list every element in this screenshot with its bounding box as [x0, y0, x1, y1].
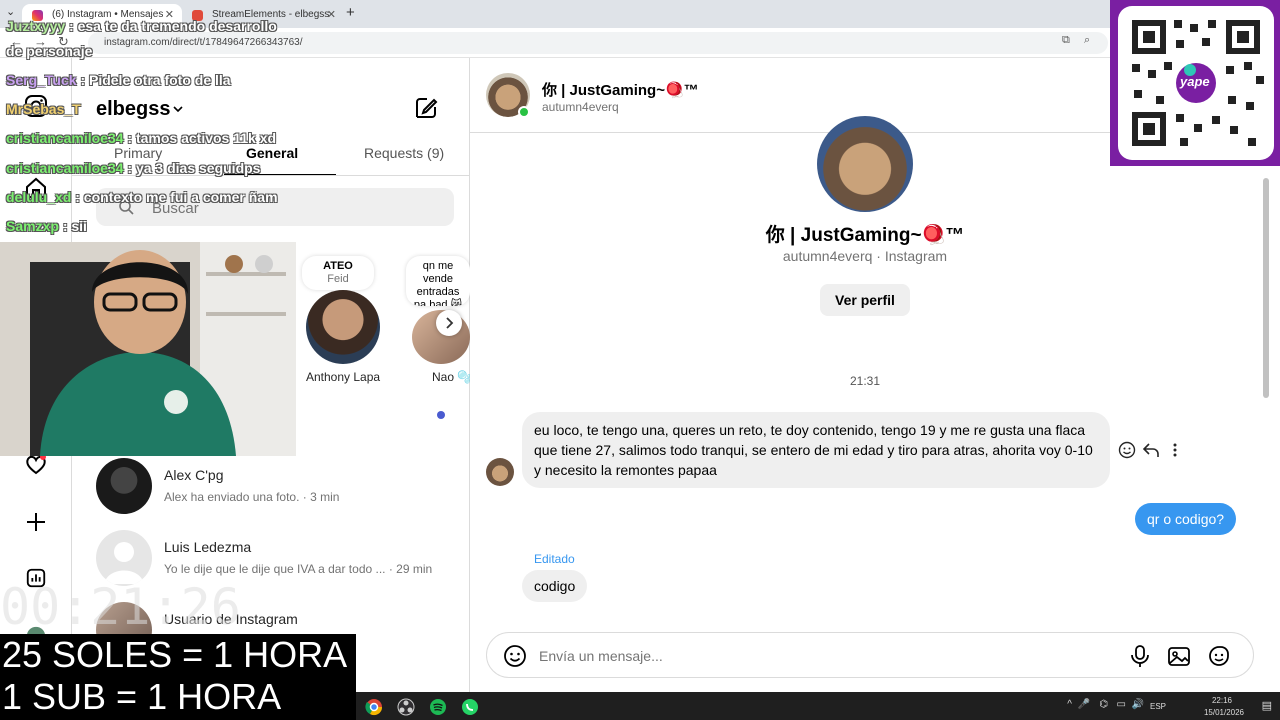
profile-name: 你 | JustGaming~🪀™: [765, 225, 965, 246]
sender-avatar: [486, 458, 514, 486]
message-input[interactable]: [537, 645, 1097, 667]
note-avatar: [306, 290, 380, 364]
conversation-preview: Yo le dije que le dije que IVA a dar tod…: [164, 562, 433, 576]
yape-logo: yape: [1180, 74, 1210, 89]
chat-message: : contexto me fui a comer ñam: [75, 189, 278, 205]
conversation-name: Alex C'pg: [164, 467, 224, 483]
sticker-icon[interactable]: [1207, 644, 1231, 673]
account-switcher[interactable]: elbegss: [96, 98, 170, 121]
notifications-icon[interactable]: ▤: [1262, 699, 1272, 712]
tab-primary[interactable]: Primary: [114, 145, 162, 161]
promo-line-2: 1 SUB = 1 HORA: [2, 676, 282, 717]
tab-search-chevron-icon[interactable]: ⌄: [6, 5, 15, 18]
reply-arrow-icon[interactable]: [1142, 441, 1160, 464]
chat-header-username: autumn4everq: [542, 100, 619, 114]
tab-requests[interactable]: Requests (9): [364, 145, 444, 161]
stream-chat-line: cristiancamiloe34 : ya 3 dias seguidps: [6, 160, 260, 176]
cast-icon[interactable]: ⧉: [1062, 34, 1070, 47]
tab-general[interactable]: General: [246, 145, 298, 161]
conversation-avatar: [96, 458, 152, 514]
create-plus-icon[interactable]: [22, 508, 50, 536]
stream-chat-line: Juztxyyy : esa te da tremendo desarrollo: [6, 18, 277, 34]
conversation-item[interactable]: Alex C'pg Alex ha enviado una foto. · 3 …: [96, 458, 456, 518]
yape-qr-panel: yape: [1110, 0, 1280, 166]
conversation-name: Luis Ledezma: [164, 539, 252, 555]
notes-next-chevron-icon[interactable]: [436, 310, 462, 336]
clock-date[interactable]: 15/01/2026: [1204, 708, 1244, 717]
stream-chat-line: MrSebas_T: [6, 101, 81, 117]
message-composer: [486, 632, 1254, 678]
webcam-feed: [0, 242, 296, 456]
conversation-preview: Alex ha enviado una foto. · 3 min: [164, 490, 340, 504]
stream-chat-line: Serg_Tuck : Pidele otra foto de lla: [6, 72, 231, 88]
new-tab-plus-icon[interactable]: +: [346, 4, 355, 21]
volume-tray-icon[interactable]: 🔊: [1132, 699, 1144, 710]
qr-code: yape: [1118, 6, 1274, 160]
spotify-taskbar-icon[interactable]: [424, 695, 452, 719]
chat-message: : ya 3 dias seguidps: [127, 160, 261, 176]
chat-username: delulu_xd: [6, 189, 72, 205]
note-name: Anthony Lapa: [306, 370, 381, 384]
windows-taskbar: ^ 🎤 ⌬ ▭ 🔊 ESP 22:16 15/01/2026 ▤: [356, 692, 1280, 720]
chat-message: : tamos activos 11k xd: [127, 130, 277, 146]
edited-label: Editado: [534, 552, 575, 566]
note-title: ATEO: [323, 260, 353, 272]
emoji-picker-icon[interactable]: [503, 644, 527, 673]
online-status-dot: [518, 106, 530, 118]
chat-username: Serg_Tuck: [6, 72, 77, 88]
stream-chat-line: delulu_xd : contexto me fui a comer ñam: [6, 189, 278, 205]
message-timestamp: 21:31: [849, 374, 881, 388]
unread-dot: [437, 411, 445, 419]
chat-username: MrSebas_T: [6, 101, 81, 117]
note-bubble: ATEO Feid: [302, 256, 374, 290]
outgoing-message[interactable]: qr o codigo?: [1135, 503, 1237, 535]
stream-chat-line: Samzxp : sii: [6, 218, 87, 234]
note-bubble: qn me vende entradas pa bad 😿😭: [406, 256, 470, 306]
zoom-icon[interactable]: ⌕: [1084, 34, 1090, 47]
chat-username: Samzxp: [6, 218, 59, 234]
incoming-message[interactable]: eu loco, te tengo una, queres un reto, t…: [522, 412, 1110, 488]
react-emoji-icon[interactable]: [1118, 441, 1136, 464]
tray-chevron-icon[interactable]: ^: [1067, 699, 1072, 710]
language-indicator[interactable]: ESP: [1150, 702, 1166, 711]
compose-message-icon[interactable]: [414, 96, 438, 125]
view-profile-button[interactable]: Ver perfil: [820, 284, 910, 316]
whatsapp-taskbar-icon[interactable]: [456, 695, 484, 719]
stream-timer: 00:21:26: [0, 578, 241, 636]
promo-line-1: 25 SOLES = 1 HORA: [2, 634, 348, 675]
chrome-taskbar-icon[interactable]: [360, 695, 388, 719]
network-tray-icon[interactable]: ▭: [1117, 699, 1126, 710]
url-text: instagram.com/direct/t/17849647266343763…: [104, 37, 303, 48]
chat-username: cristiancamiloe34: [6, 160, 124, 176]
chat-message: : sii: [62, 218, 87, 234]
obs-taskbar-icon[interactable]: [392, 695, 420, 719]
chat-message: : Pidele otra foto de lla: [80, 72, 231, 88]
chat-header-name[interactable]: 你 | JustGaming~🪀™: [542, 79, 699, 100]
gallery-image-icon[interactable]: [1167, 644, 1191, 673]
incoming-message[interactable]: codigo: [522, 570, 588, 602]
note-name: Nao 🫧: [432, 370, 473, 384]
microphone-icon[interactable]: [1129, 644, 1151, 673]
note-subtitle: Feid: [327, 273, 349, 285]
more-options-icon[interactable]: [1170, 441, 1180, 464]
microphone-tray-icon[interactable]: 🎤: [1078, 699, 1090, 710]
profile-subtitle: autumn4everq · Instagram: [782, 248, 948, 264]
chat-message: : esa te da tremendo desarrollo: [69, 18, 277, 34]
close-tab-icon[interactable]: ✕: [327, 4, 336, 26]
chat-username: cristiancamiloe34: [6, 130, 124, 146]
clock-time[interactable]: 22:16: [1212, 696, 1232, 705]
promo-banner: 25 SOLES = 1 HORA 1 SUB = 1 HORA: [0, 634, 356, 720]
stream-chat-line: cristiancamiloe34 : tamos activos 11k xd: [6, 130, 276, 146]
chevron-down-icon[interactable]: [172, 102, 184, 120]
stream-chat-line: de personaje: [6, 43, 92, 59]
chat-message: de personaje: [6, 43, 93, 59]
bluetooth-tray-icon[interactable]: ⌬: [1099, 699, 1108, 710]
chat-scrollbar[interactable]: [1263, 178, 1269, 398]
profile-avatar: [817, 116, 913, 212]
chat-username: Juztxyyy: [6, 18, 66, 34]
